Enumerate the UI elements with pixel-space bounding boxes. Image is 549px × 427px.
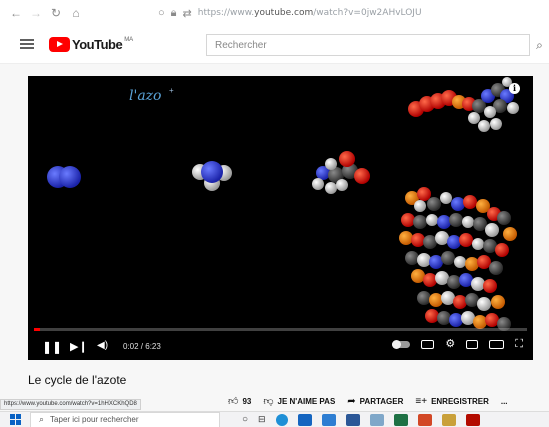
mail-icon[interactable] [321,413,336,426]
pause-icon[interactable]: ❚❚ [42,340,62,354]
nucleotide-molecule [408,77,519,132]
time-display: 0:02 / 6:23 [123,342,161,351]
youtube-header: YouTube MA Rechercher ⌕ [0,26,549,64]
youtube-logo[interactable]: YouTube MA [49,37,133,52]
player-controls-right: ⚙ ⛶ [392,339,523,350]
handwritten-annotation: l'azo [129,88,162,104]
playlist-add-icon: ≡+ [415,395,428,407]
windows-taskbar: ⌕ Taper ici pour rechercher ○ ⊟ [0,411,549,427]
files-icon[interactable] [441,413,456,426]
progress-bar[interactable] [34,328,527,331]
browser-toolbar: ← → ↻ ⌂ ○ 🔒︎ ⇄ https://www.youtube.com/w… [0,0,549,26]
screen: ← → ↻ ⌂ ○ 🔒︎ ⇄ https://www.youtube.com/w… [0,0,549,427]
cortana-icon[interactable]: ○ [242,414,248,425]
autoplay-toggle[interactable] [392,339,411,349]
more-icon: ... [500,396,508,406]
share-label: PARTAGER [359,396,404,406]
video-frame [47,77,519,331]
calendar-icon[interactable] [297,413,312,426]
start-button[interactable] [0,414,30,425]
miniplayer-icon[interactable] [466,339,479,349]
menu-icon[interactable] [20,39,34,49]
volume-icon[interactable]: ◀) [97,340,108,351]
search-icon: ⌕ [39,414,45,424]
shield-icon: ○ [158,7,165,19]
thumbs-up-icon: 👍︎ [228,396,239,407]
brand-name: YouTube [72,37,123,52]
lock-icon: 🔒︎ [170,6,177,19]
taskbar-apps: ○ ⊟ [242,413,480,426]
dna-helix [399,187,517,331]
youtube-play-icon [49,37,70,52]
word-icon[interactable] [345,413,360,426]
powerpoint-icon[interactable] [417,413,432,426]
address-bar[interactable]: ○ 🔒︎ ⇄ https://www.youtube.com/watch?v=0… [158,4,422,22]
subtitles-icon[interactable] [421,339,435,349]
like-count: 93 [242,396,252,406]
n2-molecule [47,166,81,188]
url-text[interactable]: https://www.youtube.com/watch?v=0jw2AHvL… [198,8,422,18]
cursor-mark: + [169,86,174,95]
save-label: ENREGISTRER [431,396,489,406]
taskbar-search[interactable]: ⌕ Taper ici pour rechercher [30,411,220,427]
share-button[interactable]: ➦ PARTAGER [347,396,403,407]
info-icon[interactable]: i [509,83,520,94]
next-icon[interactable]: ▶❙ [70,340,88,353]
more-actions-button[interactable]: ... [501,397,508,406]
windows-logo-icon [9,414,21,425]
theater-mode-icon[interactable] [489,339,505,349]
edge-icon[interactable] [275,413,288,426]
reload-icon[interactable]: ↻ [46,6,66,20]
permissions-icon: ⇄ [182,7,192,20]
dislike-label: JE N'AIME PAS [277,396,336,406]
status-url-tooltip: https://www.youtube.com/watch?v=1hHXCKhQ… [0,399,141,410]
share-icon: ➦ [347,395,356,407]
taskbar-search-placeholder: Taper ici pour rechercher [50,415,139,424]
fullscreen-icon[interactable]: ⛶ [515,339,523,350]
acrobat-icon[interactable] [465,413,480,426]
like-button[interactable]: 👍︎ 93 [228,395,251,407]
video-actions: 👍︎ 93 👎︎ JE N'AIME PAS ➦ PARTAGER ≡+ ENR… [228,395,508,408]
back-icon[interactable]: ← [6,6,26,20]
video-title: Le cycle de l'azote [28,373,127,387]
country-code: MA [124,36,134,43]
settings-icon[interactable]: ⚙ [445,339,455,350]
tools-icon[interactable] [369,413,384,426]
task-view-icon[interactable]: ⊟ [258,414,266,425]
progress-fill [34,328,40,331]
home-icon[interactable]: ⌂ [66,6,86,20]
thumbs-down-icon: 👎︎ [263,396,274,407]
excel-icon[interactable] [393,413,408,426]
video-player[interactable]: l'azo + i ❚❚ ▶❙ ◀) 0:02 / 6:23 ⚙ ⛶ [28,76,533,360]
amino-acid-molecule [312,151,370,194]
search-icon[interactable]: ⌕ [530,34,549,56]
ammonia-molecule [192,161,232,191]
save-button[interactable]: ≡+ ENREGISTRER [415,396,488,407]
forward-icon[interactable]: → [26,6,46,20]
search-input[interactable]: Rechercher [206,34,530,56]
dislike-button[interactable]: 👎︎ JE N'AIME PAS [263,395,335,407]
